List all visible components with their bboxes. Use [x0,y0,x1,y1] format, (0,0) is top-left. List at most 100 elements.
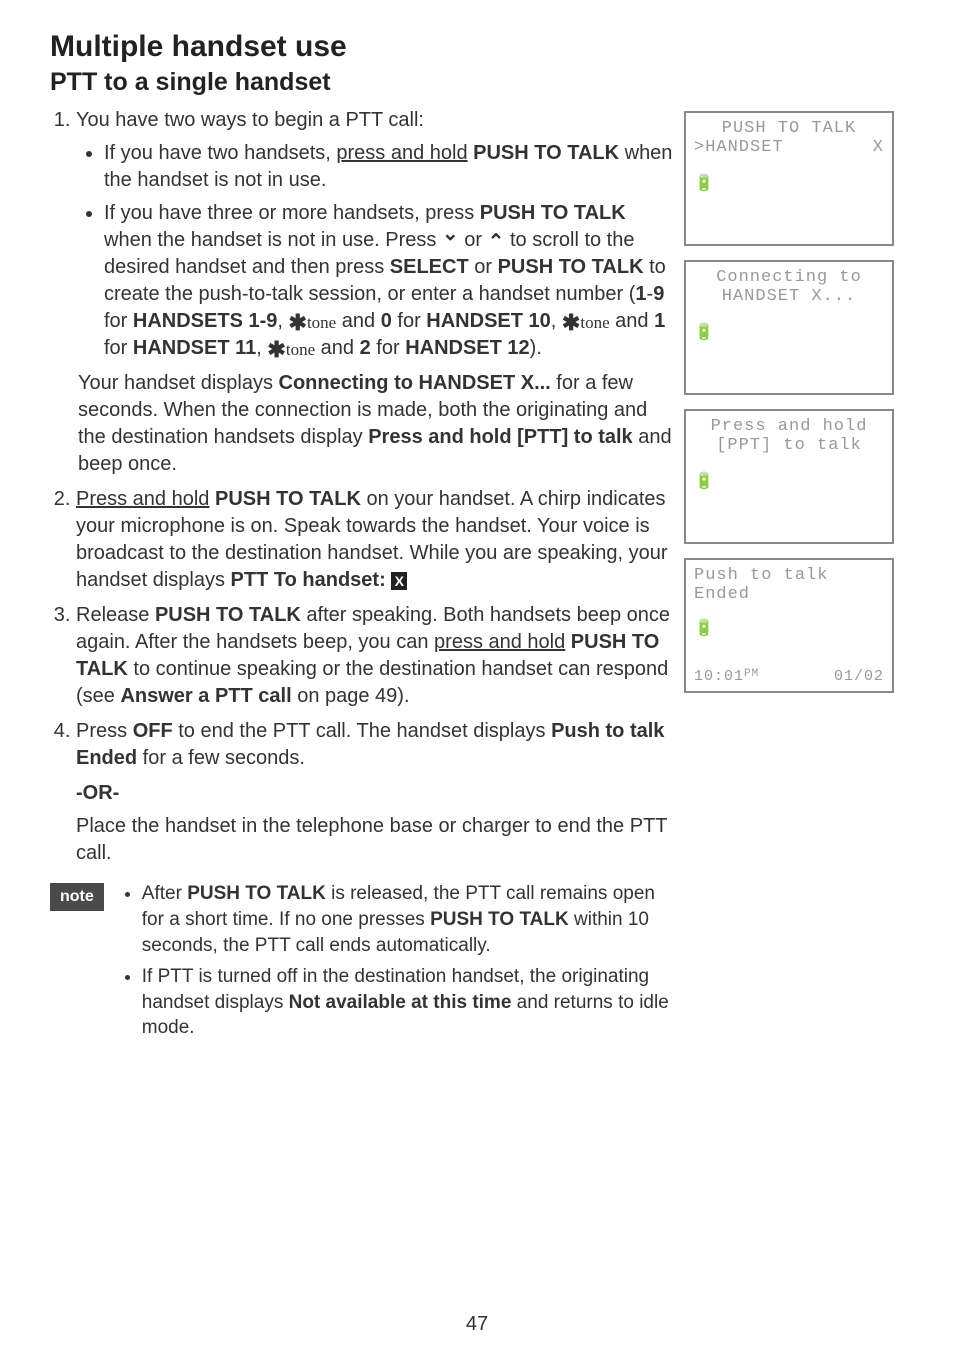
or-followup-text: Place the handset in the telephone base … [76,813,674,867]
step1-bullet-1: If you have two handsets, press and hold… [104,140,674,194]
text-bold: PUSH TO TALK [468,142,619,164]
text: Your handset displays [78,372,279,394]
boxed-x-icon: X [391,572,407,590]
lcd-column: PUSH TO TALK >HANDSET X 🔋 Connecting to … [684,107,904,707]
text: ). [530,337,542,359]
tone-label: tone [307,313,336,332]
text-bold: 1 [635,283,646,305]
text: , [256,337,267,359]
text: or [459,229,488,251]
lcd-screen-4: Push to talk Ended 🔋 10:01PM 01/02 [684,558,894,693]
lcd-date: 01/02 [834,668,884,685]
text: Release [76,604,155,626]
text: or [469,256,498,278]
lcd-text: X [873,138,884,157]
lcd-line: HANDSET X... [694,287,884,306]
text-underline: press and hold [434,631,565,653]
document-page: Multiple handset use PTT to a single han… [0,0,954,1354]
text: for [104,310,133,332]
step1-followup: Your handset displays Connecting to HAND… [78,370,674,478]
text: If you have two handsets, [104,142,336,164]
star-tone-icon: ✱tone [562,313,610,331]
note-list: After PUSH TO TALK is released, the PTT … [120,881,674,1047]
text: for a few seconds. [137,747,305,769]
text-bold: 2 [360,337,371,359]
lcd-screen-2: Connecting to HANDSET X... 🔋 [684,260,894,395]
text-bold: Press and hold [PTT] to talk [368,426,632,448]
tone-label: tone [580,313,609,332]
text: to end the PTT call. The handset display… [173,720,551,742]
step1-sub-bullets: If you have two handsets, press and hold… [76,140,674,362]
step-3: Release PUSH TO TALK after speaking. Bot… [76,602,674,710]
lcd-bottom-row: 10:01PM 01/02 [694,668,884,685]
text: for [392,310,426,332]
text: when the handset is not in use. Press [104,229,442,251]
step1-intro: You have two ways to begin a PTT call: [76,109,424,131]
battery-icon: 🔋 [694,173,715,193]
main-text-column: You have two ways to begin a PTT call: I… [50,107,674,1047]
tone-label: tone [286,340,315,359]
text-bold: PUSH TO TALK [209,488,360,510]
battery-icon: 🔋 [694,618,715,638]
text: , [277,310,288,332]
star-tone-icon: ✱tone [289,313,337,331]
step1-bullet-2: If you have three or more handsets, pres… [104,200,674,362]
text: Press [76,720,133,742]
text: , [551,310,562,332]
step-1: You have two ways to begin a PTT call: I… [76,107,674,478]
text: and [610,310,654,332]
battery-icon: 🔋 [694,322,715,342]
text-bold: OFF [133,720,173,742]
lcd-line: Push to talk [694,566,884,585]
text-bold: Answer a PTT call [120,685,291,707]
text-bold: PUSH TO TALK [155,604,301,626]
lcd-ampm: PM [744,668,759,680]
text: on page 49). [292,685,410,707]
lcd-line: PUSH TO TALK [694,119,884,138]
text-underline: press and hold [336,142,467,164]
text-bold: PUSH TO TALK [480,202,626,224]
lcd-screen-1: PUSH TO TALK >HANDSET X 🔋 [684,111,894,246]
lcd-line: [PPT] to talk [694,436,884,455]
text: for [371,337,405,359]
text-bold: 9 [653,283,664,305]
text-bold: SELECT [390,256,469,278]
text-bold: HANDSET 11 [133,337,256,359]
or-separator: -OR- [76,780,674,807]
text-bold: HANDSET 12 [405,337,529,359]
text-underline: Press and hold [76,488,209,510]
text-bold: PUSH TO TALK [187,883,326,904]
star-tone-icon: ✱tone [267,340,315,358]
note-badge: note [50,883,104,911]
note-item-2: If PTT is turned off in the destination … [142,964,674,1041]
content-columns: You have two ways to begin a PTT call: I… [50,107,904,1047]
heading-2: PTT to a single handset [50,68,904,97]
battery-icon: 🔋 [694,471,715,491]
text-bold: 0 [381,310,392,332]
lcd-line: Connecting to [694,268,884,287]
text: After [142,883,187,904]
lcd-screen-3: Press and hold [PPT] to talk 🔋 [684,409,894,544]
text-bold: Connecting to HANDSET X... [279,372,551,394]
page-number: 47 [0,1313,954,1336]
text-bold: PUSH TO TALK [498,256,644,278]
text-bold: Not available at this time [289,992,512,1013]
text-bold: 1 [654,310,665,332]
text-bold: HANDSETS 1-9 [133,310,277,332]
lcd-time-value: 10:01 [694,668,744,685]
lcd-line: Ended [694,585,884,604]
steps-list: You have two ways to begin a PTT call: I… [50,107,674,772]
note-block: note After PUSH TO TALK is released, the… [50,881,674,1047]
step-2: Press and hold PUSH TO TALK on your hand… [76,486,674,594]
note-item-1: After PUSH TO TALK is released, the PTT … [142,881,674,958]
text: for [104,337,133,359]
chevron-down-icon [442,227,459,254]
text: If you have three or more handsets, pres… [104,202,480,224]
step-4: Press OFF to end the PTT call. The hands… [76,718,674,772]
lcd-text: >HANDSET [694,138,784,157]
text-bold: PUSH TO TALK [430,909,569,930]
lcd-line: Press and hold [694,417,884,436]
chevron-up-icon [488,227,505,254]
text: and [336,310,380,332]
lcd-line: >HANDSET X [694,138,884,157]
